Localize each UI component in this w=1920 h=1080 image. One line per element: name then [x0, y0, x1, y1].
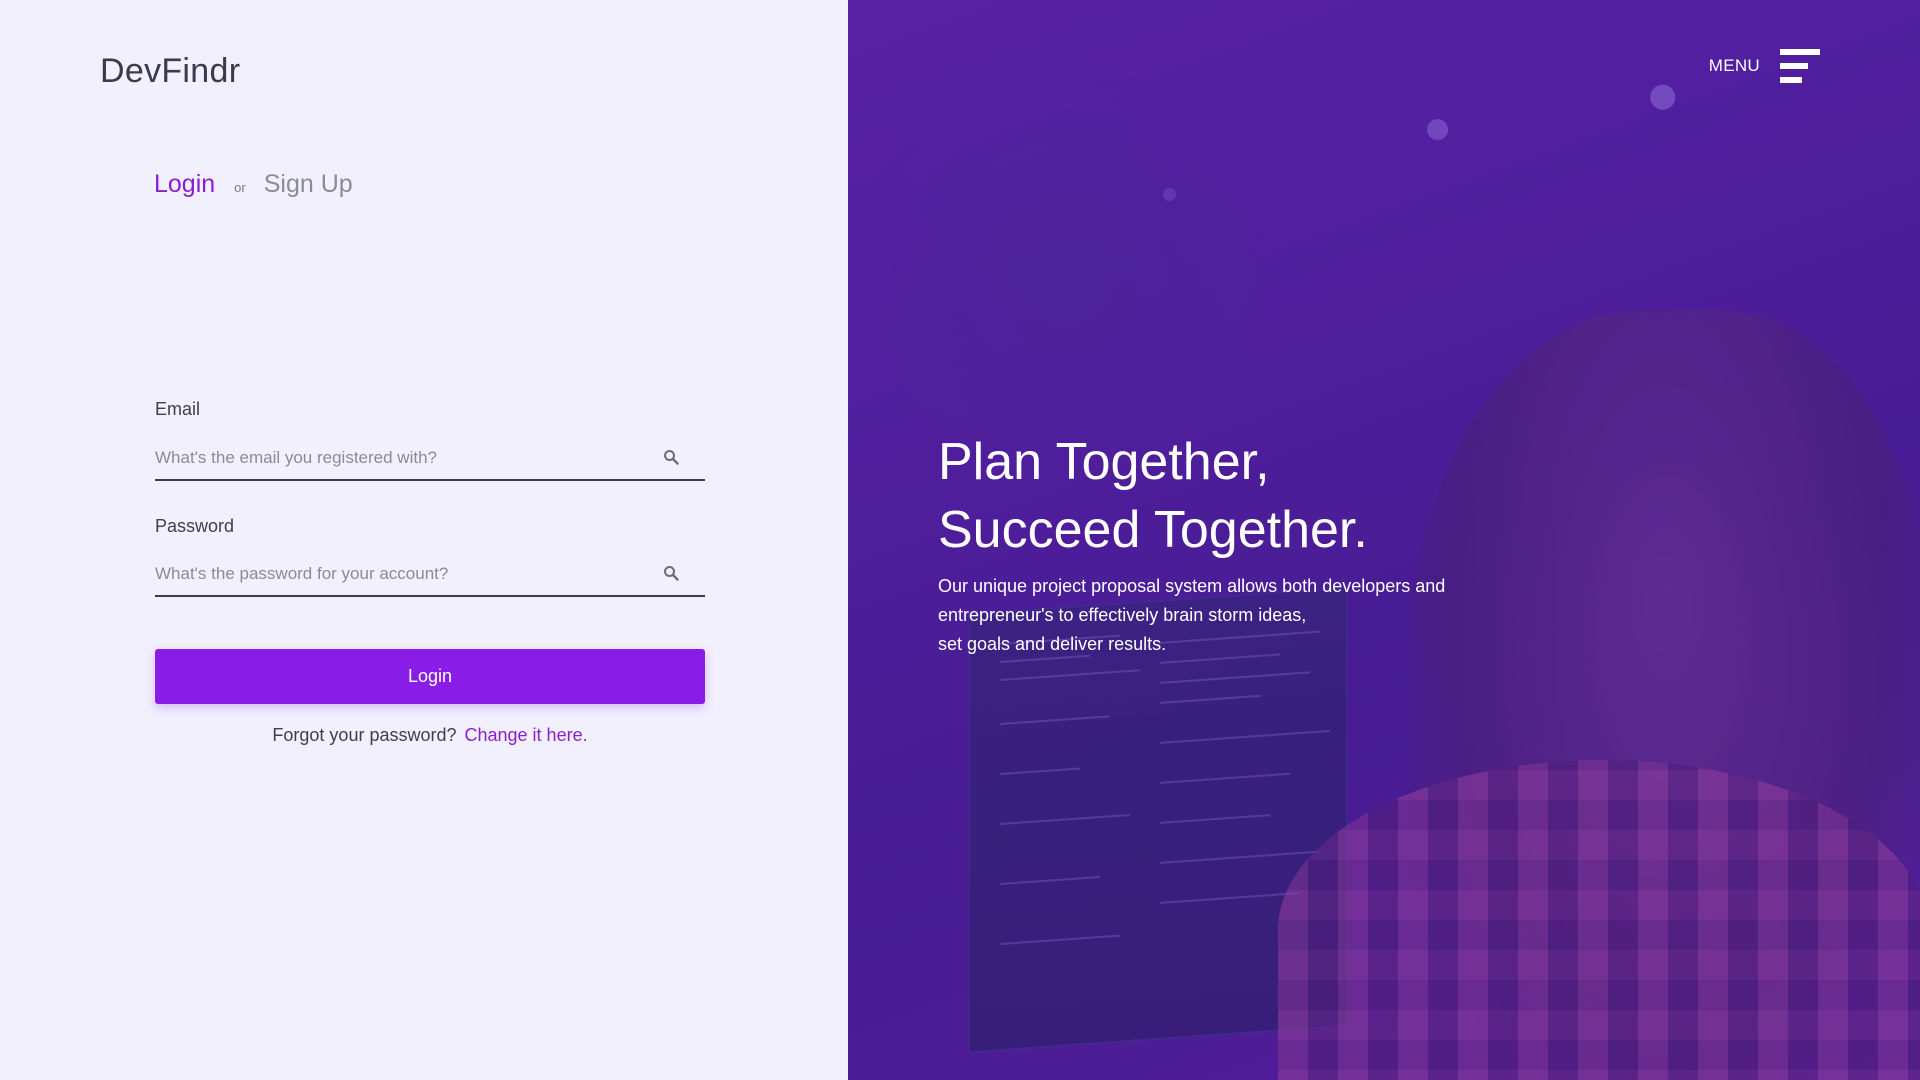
hamburger-menu-icon[interactable] — [1780, 48, 1820, 84]
hero-headline-line2: Succeed Together. — [938, 501, 1368, 559]
hero-headline-line1: Plan Together, — [938, 433, 1270, 491]
forgot-password: Forgot your password? Change it here. — [0, 725, 860, 746]
hero-headline: Plan Together, Succeed Together. — [938, 428, 1368, 564]
hero-description-line1: Our unique project proposal system allow… — [938, 576, 1446, 596]
tab-signup[interactable]: Sign Up — [264, 170, 353, 199]
email-label: Email — [155, 399, 201, 419]
hero-description: Our unique project proposal system allow… — [938, 572, 1498, 659]
search-icon[interactable] — [663, 565, 679, 581]
tab-login[interactable]: Login — [154, 170, 215, 199]
password-label: Password — [155, 516, 235, 536]
forgot-password-text: Forgot your password? — [272, 725, 457, 745]
email-field[interactable] — [155, 437, 705, 479]
hero-description-line3: set goals and deliver results. — [938, 634, 1167, 654]
menu-label: MENU — [1708, 56, 1760, 75]
change-password-link[interactable]: Change it here. — [465, 725, 588, 745]
tab-separator: or — [234, 180, 246, 195]
email-field-wrapper — [155, 437, 705, 481]
auth-tabs: Login or Sign Up — [154, 170, 353, 199]
login-panel: DevFindr Login or Sign Up Email Password… — [0, 0, 848, 1080]
login-button[interactable]: Login — [155, 649, 705, 704]
password-field-wrapper — [155, 553, 705, 597]
password-field[interactable] — [155, 553, 705, 595]
search-icon[interactable] — [663, 449, 679, 465]
brand-logo[interactable]: DevFindr — [100, 52, 240, 91]
hero-description-line2: entrepreneur's to effectively brain stor… — [938, 605, 1307, 625]
menu-button[interactable]: MENU — [1709, 48, 1820, 84]
